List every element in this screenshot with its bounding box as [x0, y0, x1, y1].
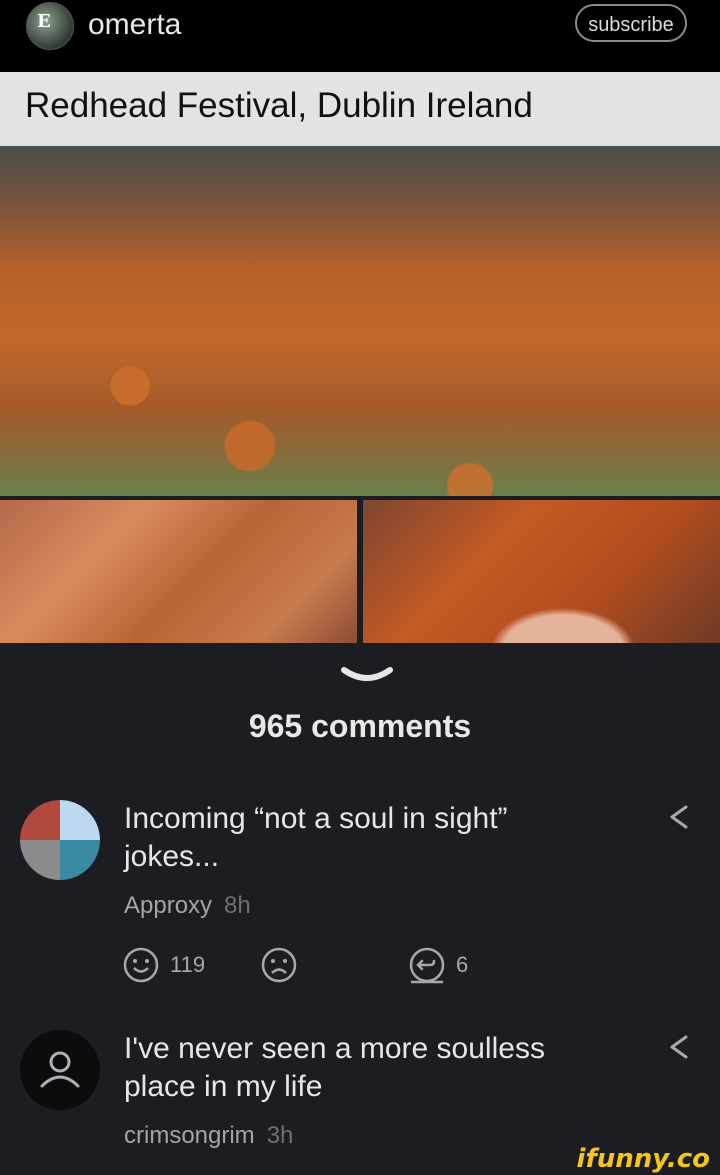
- comment-text: I've never seen a more soulless place in…: [124, 1032, 545, 1103]
- reply-button[interactable]: 6: [408, 946, 468, 984]
- reply-count: 6: [456, 952, 469, 977]
- meme-photo-closeup-left[interactable]: [0, 500, 357, 643]
- comment-meta: Approxy 8h: [124, 892, 251, 920]
- meme-photo-crowd[interactable]: [0, 146, 720, 496]
- frown-button[interactable]: [260, 946, 298, 984]
- frown-icon: [261, 947, 297, 983]
- comment-avatar[interactable]: [20, 800, 100, 880]
- comment-author[interactable]: Approxy: [124, 892, 212, 919]
- reply-icon: [409, 947, 445, 984]
- comment-author[interactable]: crimsongrim: [124, 1122, 255, 1149]
- comment-meta: crimsongrim 3h: [124, 1122, 293, 1150]
- share-icon[interactable]: [664, 802, 694, 832]
- comment-time: 8h: [224, 892, 251, 919]
- comment-time: 3h: [266, 1122, 294, 1149]
- smile-icon: [123, 947, 159, 983]
- channel-avatar[interactable]: E: [26, 2, 74, 50]
- avatar-initial: E: [37, 11, 51, 32]
- comment-text: Incoming “not a soul in sight” jokes...: [124, 802, 508, 873]
- like-count: 119: [170, 952, 206, 977]
- smile-button[interactable]: 119: [122, 946, 205, 984]
- comments-count: 965 comments: [248, 708, 472, 744]
- meme-photo-closeup-right[interactable]: [363, 500, 720, 643]
- share-icon[interactable]: [664, 1032, 694, 1062]
- meme-caption-bar: Redhead Festival, Dublin Ireland: [0, 72, 720, 146]
- chevron-down-icon[interactable]: [340, 664, 394, 688]
- user-icon: [40, 1051, 80, 1088]
- post-header: E omerta subscribe: [0, 0, 720, 72]
- channel-username[interactable]: omerta: [88, 8, 181, 42]
- meme-caption: Redhead Festival, Dublin Ireland: [25, 86, 533, 125]
- subscribe-button[interactable]: subscribe: [575, 4, 687, 42]
- ifunny-watermark: ifunny.co: [576, 1144, 710, 1174]
- comment-avatar[interactable]: [20, 1030, 100, 1110]
